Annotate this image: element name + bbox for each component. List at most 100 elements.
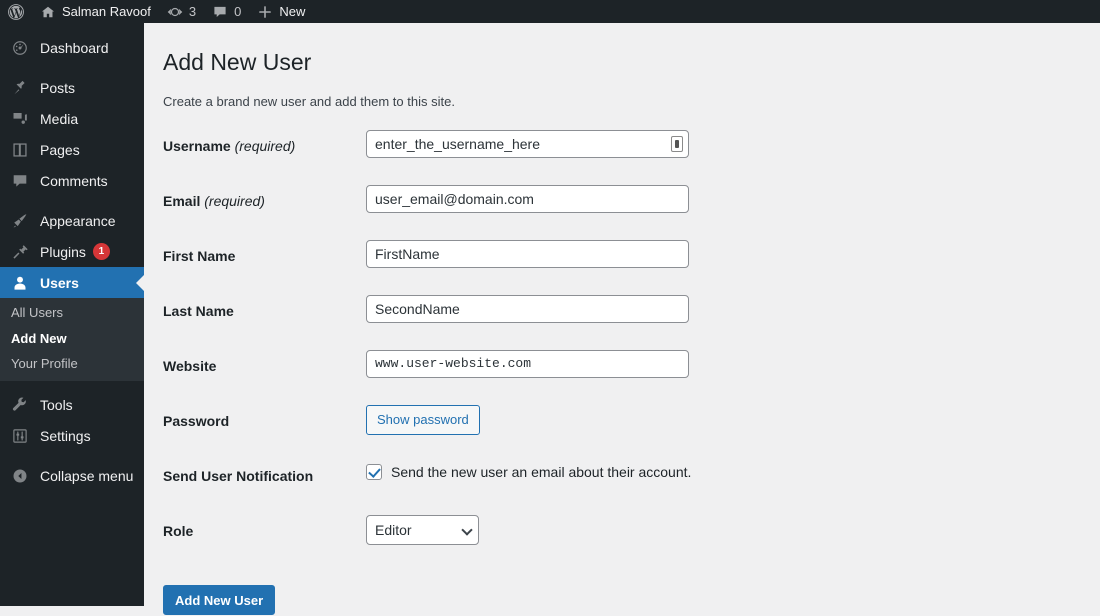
main-content: Add New User Create a brand new user and… [144,23,1100,606]
media-icon [9,109,31,129]
users-submenu: All Users Add New Your Profile [0,298,144,381]
site-name-label: Salman Ravoof [62,5,151,18]
label-username-text: Username [163,138,231,154]
form-row-email: Email (required) [144,180,1100,235]
sidebar-item-tools[interactable]: Tools [0,390,144,421]
new-content-label: New [279,5,305,18]
submenu-item-all-users[interactable]: All Users [0,300,144,326]
label-last-name: Last Name [163,302,353,322]
plus-icon [257,4,273,20]
field-password: Show password [366,405,480,435]
label-username-required: (required) [235,138,296,154]
field-username [366,130,689,158]
form-row-send-user-notification: Send User Notification Send the new user… [144,455,1100,510]
label-role: Role [163,522,353,542]
menu-separator-4 [0,452,144,461]
sidebar-label-settings: Settings [40,429,91,443]
email-input[interactable] [366,185,689,213]
sidebar-label-pages: Pages [40,143,80,157]
role-select[interactable]: SubscriberContributorAuthorEditorAdminis… [366,515,479,545]
menu-spacer-top [0,23,144,32]
form-row-role: Role SubscriberContributorAuthorEditorAd… [144,510,1100,565]
sidebar-label-tools: Tools [40,398,73,412]
send-notification-line: Send the new user an email about their a… [366,460,691,480]
add-new-user-form: Username (required) Email (required) Fir [144,125,1100,615]
sidebar-label-media: Media [40,112,78,126]
label-website: Website [163,357,353,377]
sidebar-item-comments[interactable]: Comments [0,165,144,196]
page-title: Add New User [144,23,1100,78]
updates-button[interactable]: 3 [159,0,204,23]
home-icon [40,4,56,20]
form-row-website: Website [144,345,1100,400]
username-input-wrapper [366,130,689,158]
sidebar-label-plugins: Plugins [40,245,86,259]
form-row-first-name: First Name [144,235,1100,290]
label-email-text: Email [163,193,200,209]
comment-bubble-icon [9,171,31,191]
send-notification-label: Send the new user an email about their a… [391,464,691,480]
new-content-button[interactable]: New [249,0,313,23]
label-password: Password [163,412,353,432]
collapse-arrow-icon [9,466,31,486]
comments-button[interactable]: 0 [204,0,249,23]
add-new-user-button[interactable]: Add New User [163,585,275,615]
form-row-username: Username (required) [144,125,1100,180]
submenu-item-your-profile[interactable]: Your Profile [0,351,144,377]
pin-icon [9,78,31,98]
plug-icon [9,242,31,262]
sidebar-item-plugins[interactable]: Plugins 1 [0,236,144,267]
wordpress-logo-button[interactable] [0,0,32,23]
submenu-item-add-new[interactable]: Add New [0,326,144,352]
form-row-last-name: Last Name [144,290,1100,345]
updates-icon [167,4,183,20]
sidebar-item-collapse-menu[interactable]: Collapse menu [0,461,144,492]
field-last-name [366,295,689,323]
website-input[interactable] [366,350,689,378]
form-submit-row: Add New User [144,565,1100,615]
autofill-icon[interactable] [671,136,683,152]
site-name-button[interactable]: Salman Ravoof [32,0,159,23]
menu-separator-2 [0,196,144,205]
label-email-required: (required) [204,193,265,209]
form-row-password: Password Show password [144,400,1100,455]
pages-icon [9,140,31,160]
menu-separator-3 [0,381,144,390]
show-password-button[interactable]: Show password [366,405,480,435]
label-first-name: First Name [163,247,353,267]
sidebar-item-media[interactable]: Media [0,103,144,134]
comment-bubble-icon [212,4,228,20]
field-role: SubscriberContributorAuthorEditorAdminis… [366,515,479,545]
first-name-input[interactable] [366,240,689,268]
menu-separator-1 [0,63,144,72]
page-description: Create a brand new user and add them to … [144,78,1100,109]
sidebar-item-dashboard[interactable]: Dashboard [0,32,144,63]
username-input[interactable] [366,130,689,158]
sidebar-label-collapse-menu: Collapse menu [40,469,133,483]
sidebar-item-users[interactable]: Users [0,267,144,298]
role-select-wrapper: SubscriberContributorAuthorEditorAdminis… [366,515,479,545]
sidebar-label-posts: Posts [40,81,75,95]
send-notification-checkbox[interactable] [366,464,382,480]
settings-sliders-icon [9,426,31,446]
sidebar-item-appearance[interactable]: Appearance [0,205,144,236]
sidebar-item-posts[interactable]: Posts [0,72,144,103]
field-website [366,350,689,378]
field-send-user-notification: Send the new user an email about their a… [366,460,691,480]
sidebar-item-settings[interactable]: Settings [0,421,144,452]
sidebar-label-users: Users [40,276,79,290]
sidebar-item-pages[interactable]: Pages [0,134,144,165]
field-email [366,185,689,213]
updates-count: 3 [189,4,196,19]
admin-sidebar: Dashboard Posts Media Pages [0,23,144,606]
admin-bar: Salman Ravoof 3 0 New [0,0,1100,23]
field-first-name [366,240,689,268]
user-icon [9,273,31,293]
label-email: Email (required) [163,192,353,212]
wordpress-logo-icon [7,3,25,21]
last-name-input[interactable] [366,295,689,323]
dashboard-gauge-icon [9,38,31,58]
sidebar-label-dashboard: Dashboard [40,41,109,55]
sidebar-label-comments: Comments [40,174,108,188]
paintbrush-icon [9,211,31,231]
